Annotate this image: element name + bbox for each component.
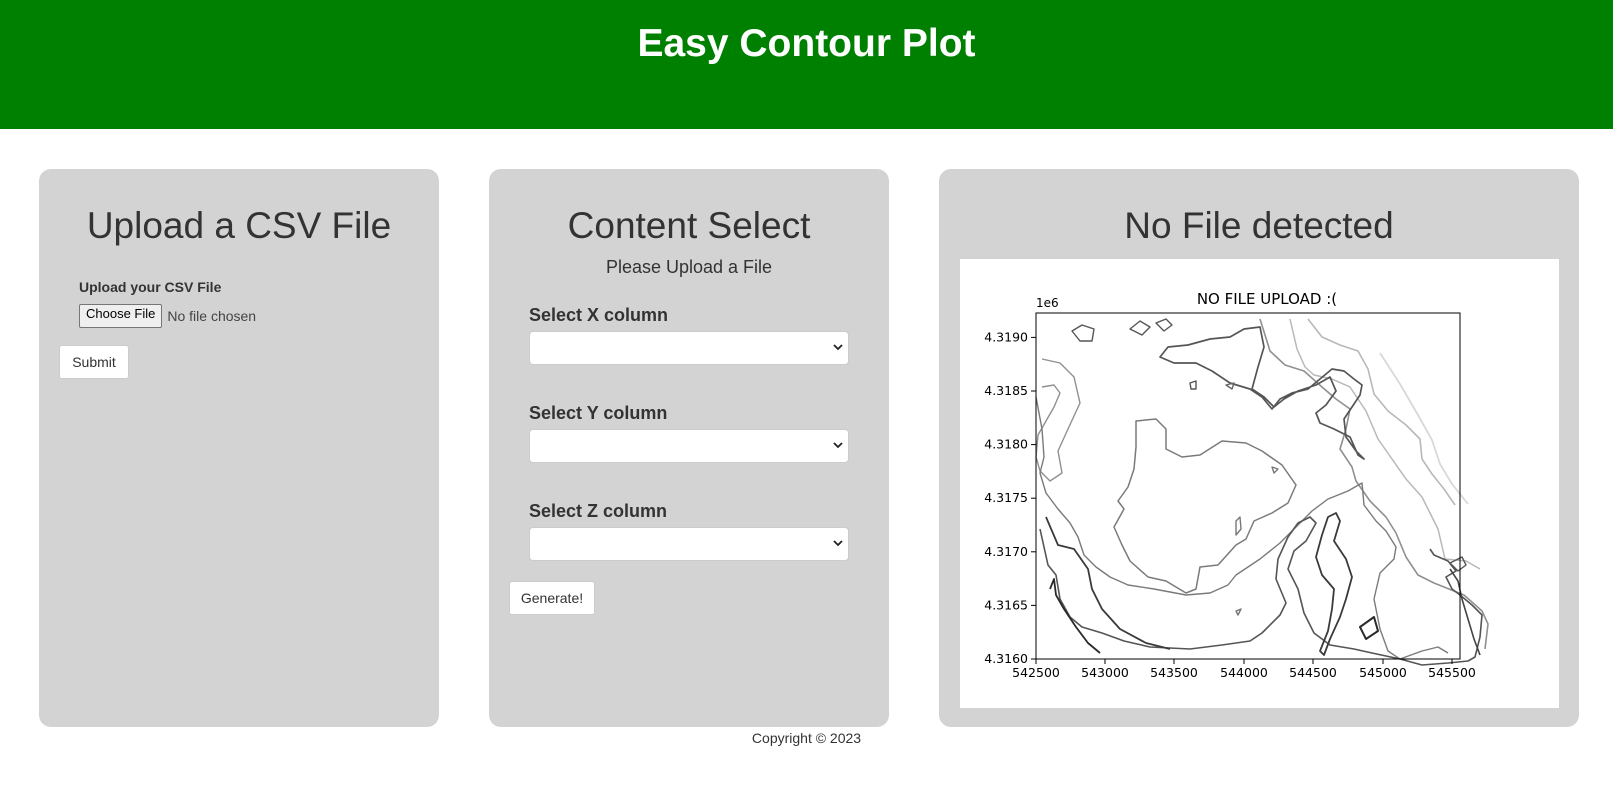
choose-file-button[interactable]: Choose File — [79, 304, 163, 328]
contour-line — [1159, 326, 1365, 460]
y-tick-label: 4.3170 — [984, 544, 1028, 559]
plot-axes-frame — [1035, 312, 1461, 660]
chevron-down-icon — [833, 442, 843, 449]
select-x-label: Select X column — [529, 305, 669, 325]
contour-line — [1071, 324, 1095, 342]
upload-panel: Upload a CSV File Upload your CSV File C… — [39, 169, 439, 727]
contour-line — [1035, 396, 1449, 660]
contour-line — [1225, 382, 1235, 390]
y-axis: 4.3160 4.3165 4.3170 4.3175 4.3180 4.318… — [984, 329, 1036, 666]
content-select-subtitle: Please Upload a File — [605, 257, 773, 277]
plot-panel-title: No File detected — [1124, 205, 1394, 246]
select-x-dropdown[interactable] — [529, 331, 849, 365]
chevron-down-icon — [833, 344, 843, 351]
contour-line — [1129, 320, 1151, 336]
select-y-dropdown[interactable] — [529, 429, 849, 463]
y-tick-label: 4.3190 — [984, 329, 1028, 344]
contour-line — [1315, 512, 1353, 656]
x-tick-label: 545500 — [1428, 665, 1476, 680]
select-z-dropdown[interactable] — [529, 527, 849, 561]
upload-field-label: Upload your CSV File — [79, 279, 222, 295]
select-y-label: Select Y column — [529, 403, 668, 423]
x-tick-label: 543000 — [1081, 665, 1129, 680]
plot-title: NO FILE UPLOAD :( — [1197, 290, 1337, 308]
x-tick-label: 542500 — [1012, 665, 1060, 680]
content-select-title: Content Select — [567, 205, 811, 246]
contour-line — [1289, 318, 1481, 570]
x-tick-label: 545000 — [1359, 665, 1407, 680]
contour-line — [1307, 318, 1456, 506]
y-tick-label: 4.3185 — [984, 383, 1028, 398]
contour-line — [1235, 516, 1242, 536]
contour-line — [1379, 352, 1469, 505]
select-z-label: Select Z column — [529, 501, 668, 521]
y-tick-label: 4.3165 — [984, 597, 1028, 612]
x-tick-label: 544500 — [1289, 665, 1337, 680]
contour-line — [1235, 608, 1242, 616]
contour-line — [1359, 616, 1379, 640]
y-tick-label: 4.3160 — [984, 651, 1028, 666]
generate-button[interactable]: Generate! — [509, 581, 595, 615]
app-title: Easy Contour Plot — [637, 22, 976, 65]
contour-line — [1113, 418, 1297, 594]
upload-panel-title: Upload a CSV File — [86, 205, 392, 246]
contour-line — [1271, 466, 1279, 474]
app-header: Easy Contour Plot — [0, 0, 1613, 129]
submit-button[interactable]: Submit — [59, 345, 129, 379]
contour-plot-svg: NO FILE UPLOAD :( 1e6 4.3160 4.3165 4.31… — [984, 290, 1489, 680]
contour-lines — [1035, 318, 1489, 666]
y-tick-label: 4.3175 — [984, 490, 1028, 505]
chevron-down-icon — [833, 540, 843, 547]
contour-line — [1039, 516, 1483, 666]
x-tick-label: 543500 — [1150, 665, 1198, 680]
contour-line — [1155, 318, 1173, 332]
contour-line — [1045, 516, 1171, 650]
x-axis: 542500 543000 543500 544000 544500 54500… — [1012, 659, 1476, 680]
plot-offset-text: 1e6 — [1036, 296, 1059, 310]
file-input[interactable]: Choose File No file chosen — [79, 304, 256, 328]
y-tick-label: 4.3180 — [984, 437, 1028, 452]
contour-plot-image: NO FILE UPLOAD :( 1e6 4.3160 4.3165 4.31… — [960, 259, 1559, 708]
plot-panel: No File detected NO FILE UPLOAD :( 1e6 4… — [939, 169, 1579, 727]
contour-line — [1189, 380, 1197, 390]
x-tick-label: 544000 — [1220, 665, 1268, 680]
footer-copyright: Copyright © 2023 — [751, 730, 862, 746]
contour-line — [1449, 568, 1481, 656]
content-select-panel: Content Select Please Upload a File Sele… — [489, 169, 889, 727]
file-status-text: No file chosen — [167, 308, 257, 324]
